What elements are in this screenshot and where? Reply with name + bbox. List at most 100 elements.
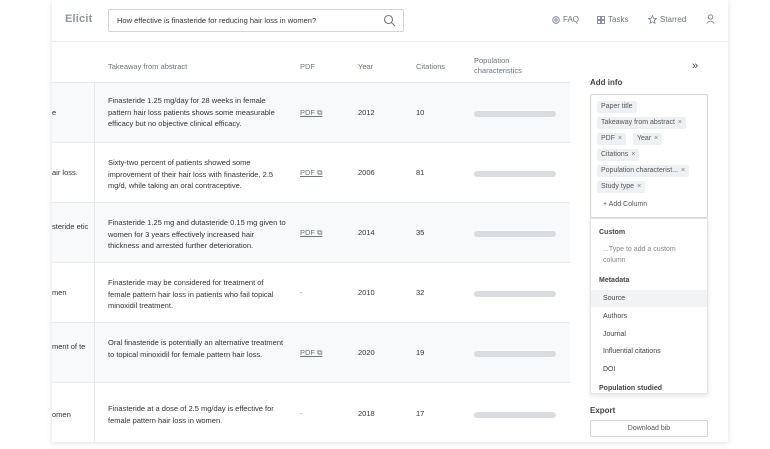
column-header-pdf[interactable]: PDF [300, 62, 315, 72]
column-divider [94, 83, 95, 442]
column-header-population-line2: characteristics [474, 66, 522, 75]
remove-chip-icon[interactable]: × [681, 167, 685, 174]
citations-cell: 17 [416, 409, 425, 418]
takeaway-cell: Sixty-two percent of patients showed som… [108, 158, 274, 190]
population-placeholder-bar [474, 291, 556, 297]
collapse-panel-icon[interactable]: » [692, 60, 698, 72]
pdf-label: PDF [300, 228, 315, 237]
table-row[interactable]: men Finasteride may be considered for tr… [52, 263, 570, 323]
population-placeholder-bar [474, 171, 556, 177]
table-row[interactable]: air loss. Sixty-two percent of patients … [52, 143, 570, 203]
column-chip-citations[interactable]: Citations × [597, 149, 640, 161]
column-chip-takeaway[interactable]: Takeaway from abstract × [597, 117, 687, 129]
column-header-citations[interactable]: Citations [416, 62, 445, 72]
column-header-population-line1: Population [474, 56, 510, 65]
column-chip-paper-title[interactable]: Paper title [597, 101, 637, 113]
column-chip-pdf[interactable]: PDF × [597, 133, 627, 145]
population-placeholder-bar [474, 412, 556, 418]
table-row[interactable]: ment of te Oral finasteride is potential… [52, 323, 570, 383]
column-header-year[interactable]: Year [358, 62, 373, 72]
citations-cell: 35 [416, 228, 425, 237]
column-chip-study-type[interactable]: Study type × [597, 181, 646, 193]
chip-label: Year [637, 135, 652, 142]
search-input[interactable]: How effective is finasteride for reducin… [108, 9, 404, 32]
starred-label: Starred [660, 15, 687, 24]
dropdown-item-source[interactable]: Source [591, 290, 707, 307]
faq-label: FAQ [563, 15, 580, 24]
pdf-link[interactable]: PDF ⧉ [300, 168, 322, 178]
takeaway-cell: Finasteride may be considered for treatm… [108, 278, 274, 310]
pdf-label: PDF [300, 168, 315, 177]
takeaway-cell: Finasteride 1.25 mg and dutasteride 0.15… [108, 218, 286, 250]
paper-title-cell[interactable]: ment of te [52, 341, 90, 353]
pdf-link[interactable]: PDF ⧉ [300, 108, 322, 118]
app-window: Elicit How effective is finasteride for … [52, 0, 728, 442]
pdf-cell: - [300, 409, 303, 418]
table-row[interactable]: steride etic Finasteride 1.25 mg and dut… [52, 203, 570, 263]
population-placeholder-bar [474, 351, 556, 357]
add-info-panel: » Add info Paper title Takeaway from abs… [582, 52, 728, 442]
pdf-link[interactable]: PDF ⧉ [300, 348, 322, 358]
dropdown-item-authors[interactable]: Authors [591, 308, 707, 325]
citations-cell: 19 [416, 348, 425, 357]
column-chip-year[interactable]: Year × [633, 133, 663, 145]
pdf-label: PDF [300, 108, 315, 117]
column-header-population[interactable]: Population characteristics [474, 56, 522, 76]
chip-label: Citations [601, 151, 629, 158]
year-cell: 2014 [358, 228, 375, 237]
year-cell: 2012 [358, 108, 375, 117]
dropdown-item-doi[interactable]: DOI [591, 361, 707, 378]
paper-title-cell[interactable]: e [52, 107, 92, 119]
chip-label: PDF [601, 135, 615, 142]
column-chip-population[interactable]: Population characterist... × [597, 165, 690, 177]
top-bar: Elicit How effective is finasteride for … [52, 0, 728, 42]
grid-icon [597, 16, 605, 24]
metadata-section-header: Metadata [599, 277, 630, 284]
search-icon[interactable] [383, 14, 396, 27]
columns-selector[interactable]: Paper title Takeaway from abstract × PDF ×… [590, 94, 708, 218]
remove-chip-icon[interactable]: × [654, 135, 658, 142]
remove-chip-icon[interactable]: × [637, 183, 641, 190]
dropdown-item-journal[interactable]: Journal [591, 326, 707, 343]
external-link-icon: ⧉ [317, 348, 323, 357]
table-row[interactable]: omen Finasteride at a dose of 2.5 mg/day… [52, 383, 570, 442]
custom-column-input[interactable]: ...Type to add a custom column [603, 244, 699, 266]
elicit-logo[interactable]: Elicit [65, 13, 93, 25]
year-cell: 2006 [358, 168, 375, 177]
takeaway-cell: Oral finasteride is potentially an alter… [108, 338, 284, 359]
user-icon[interactable] [706, 14, 715, 24]
takeaway-cell: Finasteride 1.25 mg/day for 28 weeks in … [108, 96, 275, 128]
year-cell: 2010 [358, 288, 375, 297]
table-row[interactable]: e Finasteride 1.25 mg/day for 28 weeks i… [52, 83, 570, 143]
chip-label: Population characterist... [601, 167, 679, 174]
download-bib-button[interactable]: Download bib [590, 420, 708, 437]
column-header-takeaway[interactable]: Takeaway from abstract [108, 62, 187, 72]
takeaway-cell: Finasteride at a dose of 2.5 mg/day is e… [108, 404, 274, 425]
external-link-icon: ⧉ [317, 168, 323, 177]
remove-chip-icon[interactable]: × [631, 151, 635, 158]
dropdown-item-influential-citations[interactable]: Influential citations [591, 343, 707, 360]
chip-label: Paper title [601, 103, 633, 110]
tasks-link[interactable]: Tasks [597, 15, 628, 24]
paper-title-cell[interactable]: omen [52, 409, 92, 421]
paper-title-cell[interactable]: air loss. [52, 167, 92, 179]
chip-label: Study type [601, 183, 635, 190]
faq-link[interactable]: FAQ [552, 15, 579, 24]
paper-title-cell[interactable]: steride etic [52, 221, 90, 233]
population-section-header: Population studied [599, 385, 662, 392]
chip-label: Takeaway from abstract [601, 119, 675, 126]
export-title: Export [590, 406, 616, 415]
external-link-icon: ⧉ [317, 228, 323, 237]
search-query[interactable]: How effective is finasteride for reducin… [117, 16, 316, 25]
year-cell: 2020 [358, 348, 375, 357]
pdf-link[interactable]: PDF ⧉ [300, 228, 322, 238]
remove-chip-icon[interactable]: × [618, 135, 622, 142]
starred-link[interactable]: Starred [647, 14, 687, 25]
paper-title-cell[interactable]: men [52, 287, 92, 299]
remove-chip-icon[interactable]: × [678, 119, 682, 126]
citations-cell: 32 [416, 288, 425, 297]
citations-cell: 81 [416, 168, 425, 177]
citations-cell: 10 [416, 108, 425, 117]
add-column-button[interactable]: + Add Column [603, 201, 647, 208]
population-placeholder-bar [474, 231, 556, 237]
